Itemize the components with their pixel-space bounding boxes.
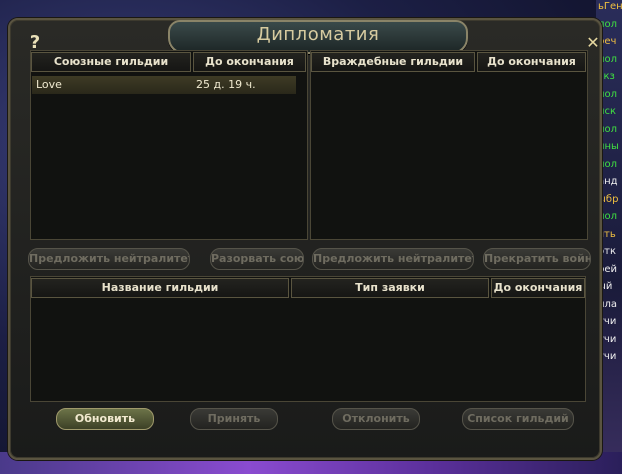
requests-col-expire[interactable]: До окончания: [491, 278, 585, 298]
refresh-button[interactable]: Обновить: [56, 408, 154, 430]
allied-guild-expire: 25 д. 19 ч.: [196, 78, 256, 91]
allied-col-expire[interactable]: До окончания: [193, 52, 306, 72]
accept-button[interactable]: Принять: [190, 408, 278, 430]
chat-line: ьГенер: [598, 1, 622, 12]
allied-guild-name: Love: [36, 78, 62, 91]
window-title: Дипломатия: [256, 24, 380, 45]
enemy-guilds-panel: [310, 50, 588, 240]
break-alliance-button[interactable]: Разорвать союз: [210, 248, 304, 270]
enemy-col-expire[interactable]: До окончания: [477, 52, 586, 72]
stop-war-button[interactable]: Прекратить войну: [483, 248, 591, 270]
requests-col-type[interactable]: Тип заявки: [291, 278, 489, 298]
enemy-col-name[interactable]: Враждебные гильдии: [311, 52, 475, 72]
requests-col-name[interactable]: Название гильдии: [31, 278, 289, 298]
decline-button[interactable]: Отклонить: [332, 408, 420, 430]
allied-propose-neutral-button[interactable]: Предложить нейтралитет: [28, 248, 190, 270]
diplomacy-window: Дипломатия ? ✕ Союзные гильдии До оконча…: [8, 18, 602, 460]
allied-guild-row[interactable]: Love 25 д. 19 ч.: [32, 76, 296, 94]
enemy-propose-neutral-button[interactable]: Предложить нейтралитет: [312, 248, 474, 270]
allied-col-name[interactable]: Союзные гильдии: [31, 52, 191, 72]
guild-list-button[interactable]: Список гильдий: [462, 408, 574, 430]
